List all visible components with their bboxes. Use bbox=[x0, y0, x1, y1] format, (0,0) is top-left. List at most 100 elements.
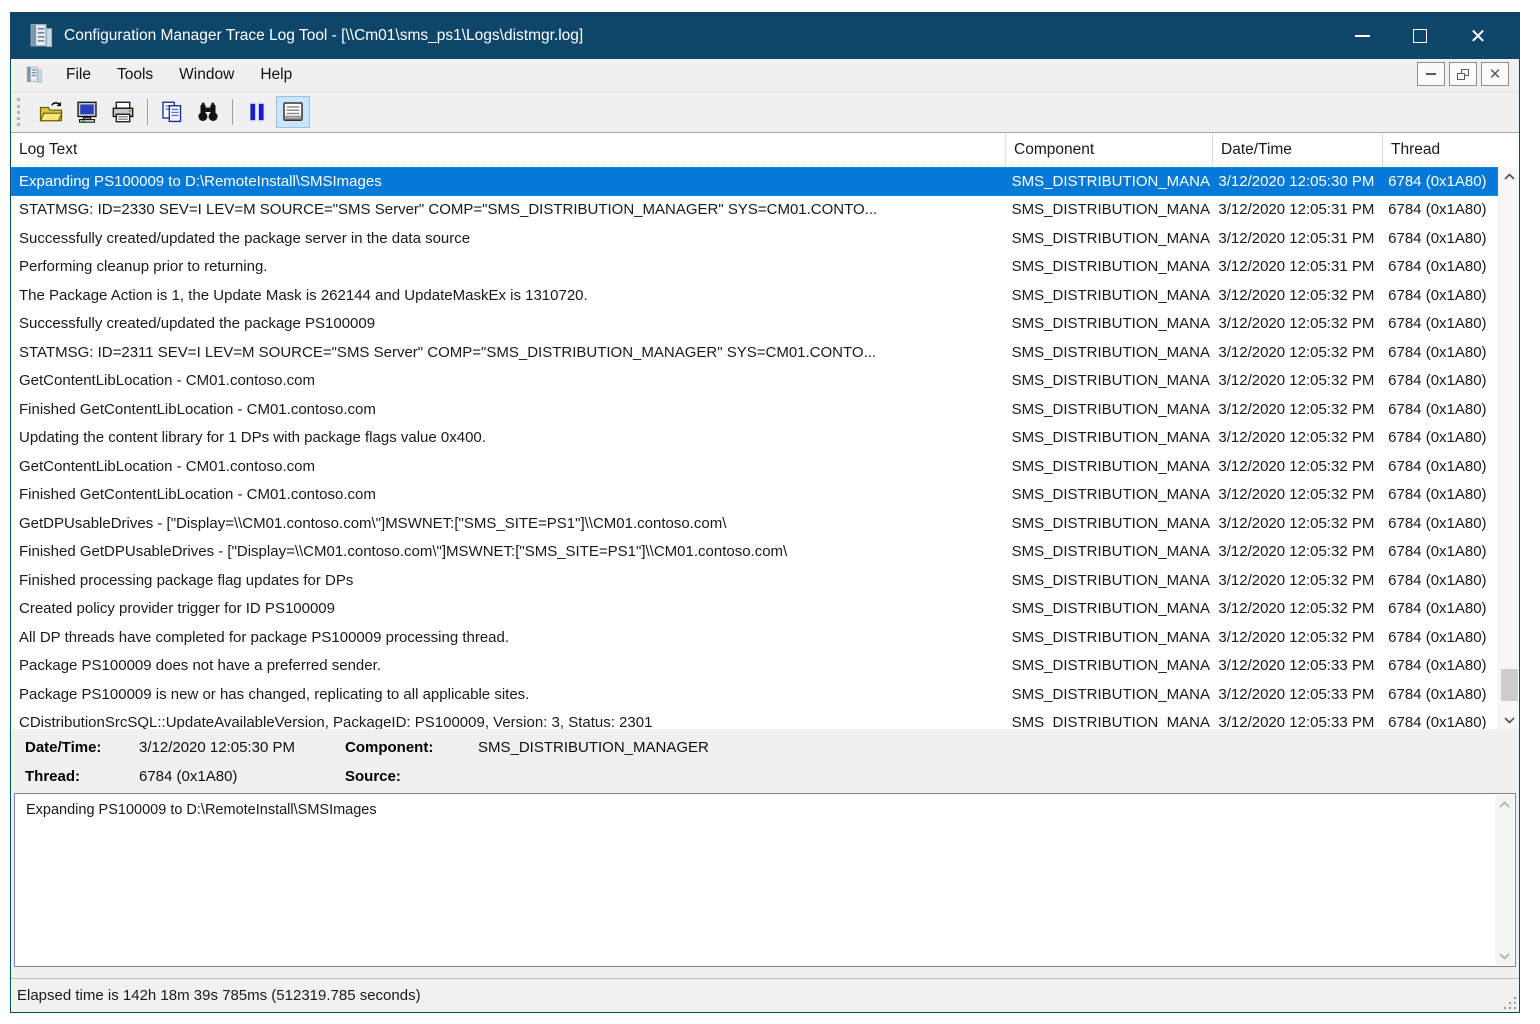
log-cell-text: Expanding PS100009 to D:\RemoteInstall\S… bbox=[11, 167, 1004, 196]
log-row[interactable]: Expanding PS100009 to D:\RemoteInstall\S… bbox=[11, 167, 1498, 196]
log-vertical-scrollbar[interactable] bbox=[1498, 167, 1519, 729]
close-button[interactable]: ✕ bbox=[1449, 13, 1507, 59]
log-cell-thread: 6784 (0x1A80) bbox=[1380, 395, 1498, 424]
log-cell-date: 3/12/2020 12:05:32 PM bbox=[1210, 281, 1380, 310]
log-cell-text: STATMSG: ID=2330 SEV=I LEV=M SOURCE="SMS… bbox=[11, 196, 1004, 225]
mdi-minimize-icon bbox=[1426, 73, 1436, 75]
log-cell-comp: SMS_DISTRIBUTION_MANAGER bbox=[1004, 310, 1211, 339]
log-cell-thread: 6784 (0x1A80) bbox=[1380, 538, 1498, 567]
column-header-thread[interactable]: Thread bbox=[1382, 133, 1500, 167]
log-cell-thread: 6784 (0x1A80) bbox=[1380, 167, 1498, 196]
log-cell-date: 3/12/2020 12:05:32 PM bbox=[1210, 509, 1380, 538]
scroll-down-button[interactable] bbox=[1499, 710, 1519, 729]
mdi-restore-button[interactable] bbox=[1449, 62, 1477, 86]
log-row[interactable]: Finished GetDPUsableDrives - ["Display=\… bbox=[11, 538, 1498, 567]
detail-thread-value: 6784 (0x1A80) bbox=[139, 768, 345, 785]
log-cell-date: 3/12/2020 12:05:32 PM bbox=[1210, 481, 1380, 510]
log-row[interactable]: The Package Action is 1, the Update Mask… bbox=[11, 281, 1498, 310]
log-cell-thread: 6784 (0x1A80) bbox=[1380, 281, 1498, 310]
chevron-down-icon bbox=[1499, 952, 1510, 960]
toolbar-separator bbox=[232, 99, 233, 125]
copy-button[interactable] bbox=[155, 96, 189, 128]
highlight-button[interactable] bbox=[276, 96, 310, 128]
log-row[interactable]: Successfully created/updated the package… bbox=[11, 310, 1498, 339]
log-row[interactable]: Performing cleanup prior to returning.SM… bbox=[11, 253, 1498, 282]
log-row[interactable]: All DP threads have completed for packag… bbox=[11, 623, 1498, 652]
scroll-up-button[interactable] bbox=[1499, 167, 1519, 186]
column-header-datetime[interactable]: Date/Time bbox=[1212, 133, 1382, 167]
document-menu-icon[interactable] bbox=[25, 66, 43, 84]
toolbar bbox=[11, 92, 1519, 133]
log-cell-text: Updating the content library for 1 DPs w… bbox=[11, 424, 1004, 453]
log-list: Log Text Component Date/Time Thread Expa… bbox=[11, 133, 1519, 729]
log-row[interactable]: Finished GetContentLibLocation - CM01.co… bbox=[11, 481, 1498, 510]
log-cell-date: 3/12/2020 12:05:31 PM bbox=[1210, 196, 1380, 225]
column-header-component[interactable]: Component bbox=[1005, 133, 1212, 167]
column-header-log-text[interactable]: Log Text bbox=[11, 133, 1005, 167]
log-row[interactable]: GetDPUsableDrives - ["Display=\\CM01.con… bbox=[11, 509, 1498, 538]
log-list-header: Log Text Component Date/Time Thread bbox=[11, 133, 1519, 167]
menu-file[interactable]: File bbox=[53, 62, 104, 88]
log-row[interactable]: STATMSG: ID=2311 SEV=I LEV=M SOURCE="SMS… bbox=[11, 338, 1498, 367]
log-cell-date: 3/12/2020 12:05:32 PM bbox=[1210, 367, 1380, 396]
log-cell-date: 3/12/2020 12:05:31 PM bbox=[1210, 253, 1380, 282]
log-cell-thread: 6784 (0x1A80) bbox=[1380, 224, 1498, 253]
menu-tools[interactable]: Tools bbox=[104, 62, 166, 88]
minimize-button[interactable] bbox=[1333, 13, 1391, 59]
message-vertical-scrollbar[interactable] bbox=[1495, 795, 1514, 965]
log-cell-comp: SMS_DISTRIBUTION_MANAGER bbox=[1004, 595, 1211, 624]
resize-grip-icon[interactable] bbox=[1502, 995, 1516, 1009]
log-cell-date: 3/12/2020 12:05:33 PM bbox=[1210, 709, 1380, 730]
log-cell-date: 3/12/2020 12:05:32 PM bbox=[1210, 623, 1380, 652]
log-cell-date: 3/12/2020 12:05:32 PM bbox=[1210, 452, 1380, 481]
log-cell-comp: SMS_DISTRIBUTION_MANAGER bbox=[1004, 680, 1211, 709]
maximize-button[interactable] bbox=[1391, 13, 1449, 59]
open-file-button[interactable] bbox=[34, 96, 68, 128]
window-title: Configuration Manager Trace Log Tool - [… bbox=[64, 27, 1333, 45]
log-row[interactable]: STATMSG: ID=2330 SEV=I LEV=M SOURCE="SMS… bbox=[11, 196, 1498, 225]
log-cell-thread: 6784 (0x1A80) bbox=[1380, 367, 1498, 396]
detail-pane: Date/Time: 3/12/2020 12:05:30 PM Compone… bbox=[11, 729, 1519, 793]
detail-datetime-value: 3/12/2020 12:05:30 PM bbox=[139, 739, 345, 756]
mdi-minimize-button[interactable] bbox=[1417, 62, 1445, 86]
log-row[interactable]: Finished GetContentLibLocation - CM01.co… bbox=[11, 395, 1498, 424]
log-monitor-icon bbox=[281, 100, 305, 124]
log-row[interactable]: Finished processing package flag updates… bbox=[11, 566, 1498, 595]
scrollbar-thumb[interactable] bbox=[1501, 669, 1518, 701]
log-row[interactable]: GetContentLibLocation - CM01.contoso.com… bbox=[11, 452, 1498, 481]
log-cell-comp: SMS_DISTRIBUTION_MANAGER bbox=[1004, 452, 1211, 481]
print-button[interactable] bbox=[106, 96, 140, 128]
log-cell-text: Package PS100009 is new or has changed, … bbox=[11, 680, 1004, 709]
log-row[interactable]: Updating the content library for 1 DPs w… bbox=[11, 424, 1498, 453]
log-rows: Expanding PS100009 to D:\RemoteInstall\S… bbox=[11, 167, 1498, 729]
open-remote-button[interactable] bbox=[70, 96, 104, 128]
menu-help[interactable]: Help bbox=[247, 62, 305, 88]
log-row[interactable]: Created policy provider trigger for ID P… bbox=[11, 595, 1498, 624]
log-cell-date: 3/12/2020 12:05:31 PM bbox=[1210, 224, 1380, 253]
log-row[interactable]: GetContentLibLocation - CM01.contoso.com… bbox=[11, 367, 1498, 396]
log-row[interactable]: CDistributionSrcSQL::UpdateAvailableVers… bbox=[11, 709, 1498, 730]
log-cell-date: 3/12/2020 12:05:32 PM bbox=[1210, 338, 1380, 367]
detail-thread-label: Thread: bbox=[25, 768, 139, 785]
log-cell-comp: SMS_DISTRIBUTION_MANAGER bbox=[1004, 253, 1211, 282]
log-row[interactable]: Package PS100009 does not have a preferr… bbox=[11, 652, 1498, 681]
mdi-close-button[interactable]: ✕ bbox=[1481, 62, 1509, 86]
log-cell-date: 3/12/2020 12:05:32 PM bbox=[1210, 395, 1380, 424]
log-cell-date: 3/12/2020 12:05:33 PM bbox=[1210, 652, 1380, 681]
log-cell-comp: SMS_DISTRIBUTION_MANAGER bbox=[1004, 623, 1211, 652]
log-row[interactable]: Successfully created/updated the package… bbox=[11, 224, 1498, 253]
pause-button[interactable] bbox=[240, 96, 274, 128]
find-button[interactable] bbox=[191, 96, 225, 128]
message-body-pane: Expanding PS100009 to D:\RemoteInstall\S… bbox=[14, 793, 1516, 967]
log-row[interactable]: Package PS100009 is new or has changed, … bbox=[11, 680, 1498, 709]
computer-icon bbox=[75, 100, 99, 124]
log-cell-comp: SMS_DISTRIBUTION_MANAGER bbox=[1004, 509, 1211, 538]
log-cell-thread: 6784 (0x1A80) bbox=[1380, 623, 1498, 652]
scroll-down-button[interactable] bbox=[1495, 946, 1514, 965]
log-cell-date: 3/12/2020 12:05:33 PM bbox=[1210, 680, 1380, 709]
toolbar-gripper[interactable] bbox=[17, 98, 25, 126]
log-cell-thread: 6784 (0x1A80) bbox=[1380, 709, 1498, 730]
scroll-up-button[interactable] bbox=[1495, 795, 1514, 814]
menu-window[interactable]: Window bbox=[166, 62, 247, 88]
log-cell-comp: SMS_DISTRIBUTION_MANAGER bbox=[1004, 538, 1211, 567]
